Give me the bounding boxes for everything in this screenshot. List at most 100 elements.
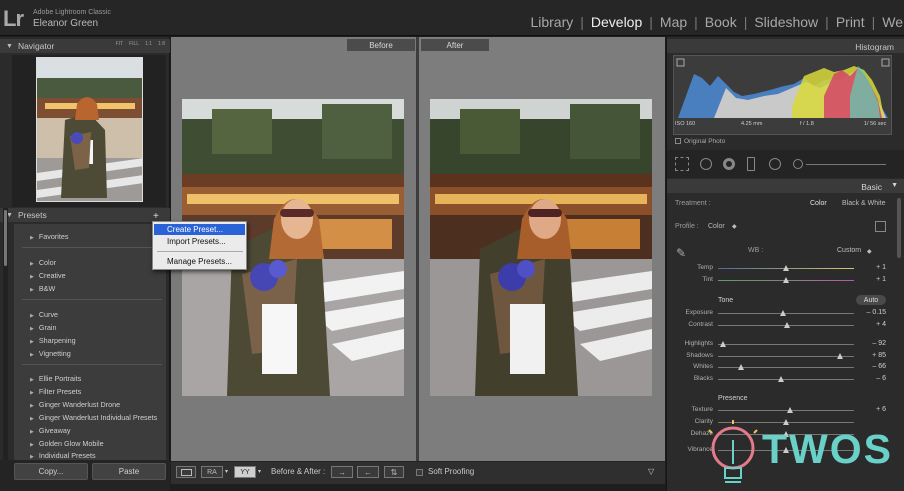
slider-track[interactable] bbox=[718, 313, 854, 314]
module-web[interactable]: We bbox=[875, 14, 904, 30]
slider-knob[interactable] bbox=[836, 353, 843, 359]
slider-value[interactable]: – 92 bbox=[860, 340, 886, 347]
copy-after-to-before-button[interactable]: ← bbox=[357, 466, 379, 478]
preset-group-label: Ginger Wanderlust Individual Presets bbox=[38, 413, 158, 422]
module-slideshow[interactable]: Slideshow bbox=[747, 14, 825, 30]
before-after-yy-button[interactable]: YY bbox=[234, 466, 256, 478]
loupe-view-button[interactable] bbox=[176, 466, 196, 478]
preset-group-individual[interactable]: ▶ Individual Presets bbox=[30, 451, 96, 460]
presets-title: Presets bbox=[17, 210, 47, 220]
expand-triangle-icon: ▶ bbox=[30, 442, 34, 448]
slider-value[interactable]: – 66 bbox=[860, 363, 886, 370]
create-preset-item[interactable]: Create Preset... bbox=[154, 224, 245, 235]
preset-divider bbox=[22, 247, 162, 248]
import-presets-item[interactable]: Import Presets... bbox=[154, 236, 245, 247]
preset-group-golden-glow[interactable]: ▶ Golden Glow Mobile bbox=[30, 439, 104, 448]
copy-before-to-after-button[interactable]: → bbox=[331, 466, 353, 478]
slider-knob[interactable] bbox=[786, 407, 793, 413]
spot-removal-icon[interactable] bbox=[700, 158, 712, 170]
slider-knob[interactable] bbox=[719, 341, 726, 347]
right-scrollbar-thumb[interactable] bbox=[897, 198, 901, 258]
auto-tone-button[interactable]: Auto bbox=[856, 295, 886, 305]
wb-value[interactable]: Custom bbox=[837, 247, 861, 254]
preset-group-curve[interactable]: ▶ Curve bbox=[30, 310, 58, 319]
preset-group-giveaway[interactable]: ▶ Giveaway bbox=[30, 426, 70, 435]
graduated-filter-icon[interactable] bbox=[747, 157, 755, 171]
zoom-1-1[interactable]: 1:1 bbox=[145, 41, 152, 47]
eyedropper-icon[interactable]: ✎ bbox=[676, 246, 686, 260]
copy-button[interactable]: Copy... bbox=[14, 463, 88, 480]
preset-group-ellie-portraits[interactable]: ▶ Ellie Portraits bbox=[30, 374, 81, 383]
slider-knob[interactable] bbox=[782, 265, 789, 271]
slider-label: Temp bbox=[697, 264, 713, 271]
brush-size-track[interactable] bbox=[806, 164, 886, 165]
slider-knob[interactable] bbox=[779, 310, 786, 316]
manage-presets-item[interactable]: Manage Presets... bbox=[154, 256, 245, 267]
preset-group-favorites[interactable]: ▶ Favorites bbox=[30, 232, 68, 241]
module-library[interactable]: Library bbox=[523, 14, 580, 30]
preset-group-grain[interactable]: ▶ Grain bbox=[30, 323, 56, 332]
profile-browser-icon[interactable] bbox=[875, 221, 886, 232]
profile-value[interactable]: Color bbox=[708, 223, 725, 230]
navigator-header[interactable]: ▼ Navigator FIT FILL 1:1 1:8 bbox=[0, 39, 170, 53]
histogram-curves bbox=[676, 58, 890, 118]
soft-proofing-checkbox[interactable] bbox=[416, 469, 423, 476]
slider-value[interactable]: + 85 bbox=[860, 352, 886, 359]
slider-knob[interactable] bbox=[737, 364, 744, 370]
slider-value[interactable]: – 0.15 bbox=[860, 309, 886, 316]
preset-group-color[interactable]: ▶ Color bbox=[30, 258, 56, 267]
after-photo[interactable] bbox=[430, 99, 652, 396]
slider-knob[interactable] bbox=[778, 376, 785, 382]
preset-group-bw[interactable]: ▶ B&W bbox=[30, 284, 55, 293]
preset-group-creative[interactable]: ▶ Creative bbox=[30, 271, 66, 280]
adjustment-brush-icon[interactable] bbox=[793, 159, 803, 169]
slider-knob[interactable] bbox=[783, 322, 790, 328]
zoom-fill[interactable]: FILL bbox=[129, 41, 139, 47]
swap-before-after-button[interactable]: ⇅ bbox=[384, 466, 404, 478]
module-book[interactable]: Book bbox=[698, 14, 744, 30]
presence-heading: Presence bbox=[718, 395, 748, 402]
basic-header[interactable]: Basic ▼ bbox=[667, 179, 904, 193]
slider-knob[interactable] bbox=[782, 277, 789, 283]
crop-tool-icon[interactable] bbox=[675, 157, 689, 171]
slider-value[interactable]: + 1 bbox=[860, 264, 886, 271]
basic-title: Basic bbox=[861, 182, 882, 192]
chevron-down-icon[interactable]: ▾ bbox=[258, 468, 261, 475]
slider-track[interactable] bbox=[718, 379, 854, 380]
slider-track[interactable] bbox=[718, 344, 854, 345]
preset-group-ginger-individual[interactable]: ▶ Ginger Wanderlust Individual Presets bbox=[30, 413, 157, 422]
preset-group-ginger-drone[interactable]: ▶ Ginger Wanderlust Drone bbox=[30, 400, 120, 409]
red-eye-icon[interactable] bbox=[723, 158, 735, 170]
left-scrollbar-thumb[interactable] bbox=[4, 210, 7, 266]
module-map[interactable]: Map bbox=[653, 14, 694, 30]
histogram-graph[interactable] bbox=[673, 55, 892, 135]
treatment-color-option[interactable]: Color bbox=[810, 200, 827, 207]
zoom-custom[interactable]: 1:8 bbox=[158, 41, 165, 47]
chevron-updown-icon[interactable]: ◆ bbox=[867, 248, 872, 255]
histogram-header[interactable]: Histogram bbox=[667, 39, 904, 53]
chevron-updown-icon[interactable]: ◆ bbox=[732, 223, 737, 230]
before-after-ra-button[interactable]: RA bbox=[201, 466, 223, 478]
presets-header[interactable]: ▼ Presets bbox=[0, 208, 170, 222]
zoom-fit[interactable]: FIT bbox=[116, 41, 124, 47]
module-print[interactable]: Print bbox=[829, 14, 872, 30]
paste-button[interactable]: Paste bbox=[92, 463, 166, 480]
chevron-down-icon[interactable]: ▾ bbox=[225, 468, 228, 475]
preset-group-label: Vignetting bbox=[38, 349, 71, 358]
toolbar-menu-chevron-icon[interactable]: ▽ bbox=[648, 467, 654, 476]
module-develop[interactable]: Develop bbox=[584, 14, 649, 30]
slider-value[interactable]: – 6 bbox=[860, 375, 886, 382]
histogram-aperture: f / 1.8 bbox=[800, 121, 814, 127]
navigator-view-rect[interactable] bbox=[36, 57, 143, 202]
preset-group-sharpening[interactable]: ▶ Sharpening bbox=[30, 336, 76, 345]
slider-value[interactable]: + 4 bbox=[860, 321, 886, 328]
slider-track[interactable] bbox=[718, 356, 854, 357]
expand-triangle-icon: ▶ bbox=[30, 416, 34, 422]
slider-value[interactable]: + 1 bbox=[860, 276, 886, 283]
treatment-bw-option[interactable]: Black & White bbox=[842, 200, 886, 207]
slider-value[interactable]: + 6 bbox=[860, 406, 886, 413]
navigator-title: Navigator bbox=[17, 41, 55, 51]
radial-filter-icon[interactable] bbox=[769, 158, 781, 170]
preset-group-filter-presets[interactable]: ▶ Filter Presets bbox=[30, 387, 81, 396]
preset-group-vignetting[interactable]: ▶ Vignetting bbox=[30, 349, 71, 358]
